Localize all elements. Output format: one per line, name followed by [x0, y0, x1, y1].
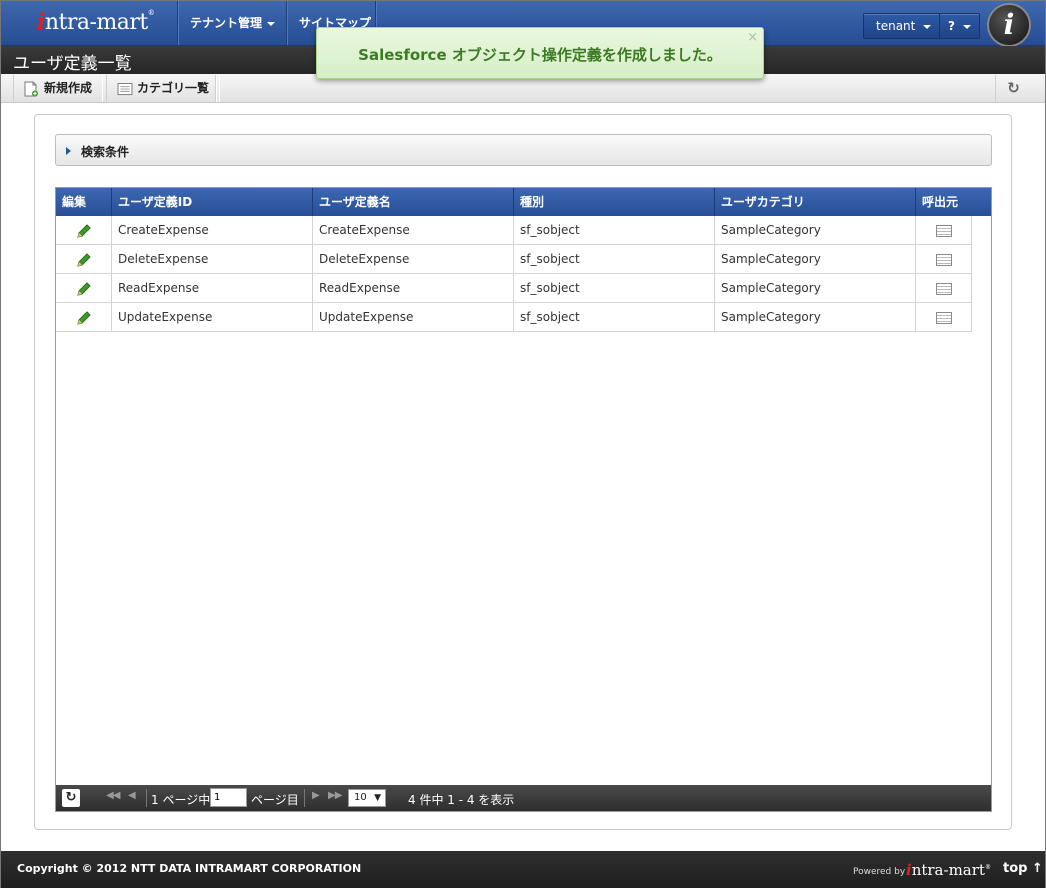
chevron-down-icon — [923, 24, 932, 29]
first-page-icon[interactable]: ◀◀ — [106, 790, 120, 801]
caller-button[interactable] — [916, 274, 972, 303]
caller-button[interactable] — [916, 303, 972, 332]
pencil-icon — [76, 281, 91, 296]
edit-button[interactable] — [56, 216, 112, 245]
category-list-button[interactable]: カテゴリ一覧 — [106, 75, 221, 102]
search-conditions-toggle[interactable]: 検索条件 — [55, 134, 992, 166]
cell-type: sf_sobject — [514, 216, 715, 245]
nav-tenant-management-label: テナント管理 — [190, 16, 263, 30]
prev-page-icon[interactable]: ◀ — [128, 790, 136, 801]
chevron-down-icon — [267, 21, 276, 26]
pager-divider — [146, 789, 147, 807]
new-create-label: 新規作成 — [44, 81, 93, 95]
cell-id: DeleteExpense — [112, 245, 313, 274]
table-row[interactable]: ReadExpense ReadExpense sf_sobject Sampl… — [56, 274, 972, 303]
page-size-value: 10 — [354, 792, 367, 803]
column-header-name[interactable]: ユーザ定義名 — [313, 188, 514, 216]
intra-mart-i-icon[interactable]: i — [987, 3, 1031, 47]
cell-category: SampleCategory — [715, 245, 916, 274]
pencil-icon — [76, 252, 91, 267]
page-title: ユーザ定義一覧 — [13, 54, 132, 74]
user-definition-grid: 編集 ユーザ定義ID ユーザ定義名 種別 ユーザカテゴリ 呼出元 CreateE… — [55, 187, 992, 812]
pager-bar: ↻ ◀◀ ◀ 1 ページ中 ページ目 ▶ ▶▶ 10 ▼ 4 件中 1 - 4 を… — [56, 785, 991, 811]
powered-by-text: Powered by — [853, 867, 906, 877]
chevron-down-icon: ▼ — [374, 793, 381, 803]
close-icon[interactable]: × — [747, 30, 758, 45]
reload-icon[interactable]: ↻ — [62, 789, 80, 807]
page-suffix-text: ページ目 — [251, 793, 299, 807]
cell-name: ReadExpense — [313, 274, 514, 303]
cell-category: SampleCategory — [715, 216, 916, 245]
list-icon — [935, 311, 952, 324]
list-icon — [935, 224, 952, 237]
user-menu-button[interactable]: tenant — [863, 13, 945, 39]
table-row[interactable]: UpdateExpense UpdateExpense sf_sobject S… — [56, 303, 972, 332]
footer-intra-mart-logo: intra-mart® — [906, 861, 991, 879]
content-panel: 検索条件 編集 ユーザ定義ID ユーザ定義名 種別 ユーザカテゴリ 呼出元 Cr… — [34, 114, 1012, 830]
pager-divider — [304, 789, 305, 807]
column-header-type[interactable]: 種別 — [514, 188, 715, 216]
cell-name: DeleteExpense — [313, 245, 514, 274]
cell-name: UpdateExpense — [313, 303, 514, 332]
edit-button[interactable] — [56, 274, 112, 303]
list-icon — [935, 282, 952, 295]
refresh-icon[interactable]: ↻ — [995, 75, 1031, 102]
caller-button[interactable] — [916, 216, 972, 245]
new-create-button[interactable]: 新規作成 — [13, 75, 104, 102]
help-menu-button[interactable]: ? — [939, 13, 980, 39]
edit-button[interactable] — [56, 245, 112, 274]
column-header-category[interactable]: ユーザカテゴリ — [715, 188, 916, 216]
cell-id: ReadExpense — [112, 274, 313, 303]
cell-id: UpdateExpense — [112, 303, 313, 332]
back-to-top-link[interactable]: top ↑ — [1003, 861, 1043, 876]
cell-name: CreateExpense — [313, 216, 514, 245]
intra-mart-logo[interactable]: intra-mart® — [37, 9, 155, 35]
nav-tenant-management[interactable]: テナント管理 — [178, 1, 287, 45]
copyright-text: Copyright © 2012 NTT DATA INTRAMART CORP… — [17, 862, 362, 875]
toolbar-divider — [215, 75, 217, 102]
cell-type: sf_sobject — [514, 245, 715, 274]
pencil-icon — [76, 310, 91, 325]
edit-button[interactable] — [56, 303, 112, 332]
cell-category: SampleCategory — [715, 303, 916, 332]
grid-header: 編集 ユーザ定義ID ユーザ定義名 種別 ユーザカテゴリ 呼出元 — [56, 188, 991, 216]
help-icon: ? — [948, 19, 955, 33]
page-number-input[interactable] — [210, 788, 247, 807]
column-header-caller[interactable]: 呼出元 — [916, 188, 972, 216]
table-row[interactable]: CreateExpense CreateExpense sf_sobject S… — [56, 216, 972, 245]
list-icon — [935, 253, 952, 266]
cell-id: CreateExpense — [112, 216, 313, 245]
cell-type: sf_sobject — [514, 274, 715, 303]
page-total-text: 1 ページ中 — [151, 793, 211, 807]
record-summary: 4 件中 1 - 4 を表示 — [408, 793, 515, 807]
new-document-icon — [24, 81, 38, 97]
triangle-right-icon — [66, 147, 71, 155]
column-header-edit[interactable]: 編集 — [56, 188, 112, 216]
table-row[interactable]: DeleteExpense DeleteExpense sf_sobject S… — [56, 245, 972, 274]
list-icon — [117, 83, 133, 96]
column-header-id[interactable]: ユーザ定義ID — [112, 188, 313, 216]
caller-button[interactable] — [916, 245, 972, 274]
page-size-select[interactable]: 10 ▼ — [348, 789, 386, 807]
category-list-label: カテゴリ一覧 — [137, 81, 210, 95]
cell-category: SampleCategory — [715, 274, 916, 303]
next-page-icon[interactable]: ▶ — [312, 790, 320, 801]
user-menu-label: tenant — [876, 19, 916, 33]
last-page-icon[interactable]: ▶▶ — [328, 790, 342, 801]
cell-type: sf_sobject — [514, 303, 715, 332]
footer: Copyright © 2012 NTT DATA INTRAMART CORP… — [1, 851, 1045, 888]
chevron-down-icon — [962, 24, 971, 29]
search-conditions-label: 検索条件 — [81, 145, 130, 159]
notification-message: Salesforce オブジェクト操作定義を作成しました。 — [358, 46, 722, 64]
success-notification: Salesforce オブジェクト操作定義を作成しました。 × — [316, 27, 764, 79]
pencil-icon — [76, 223, 91, 238]
